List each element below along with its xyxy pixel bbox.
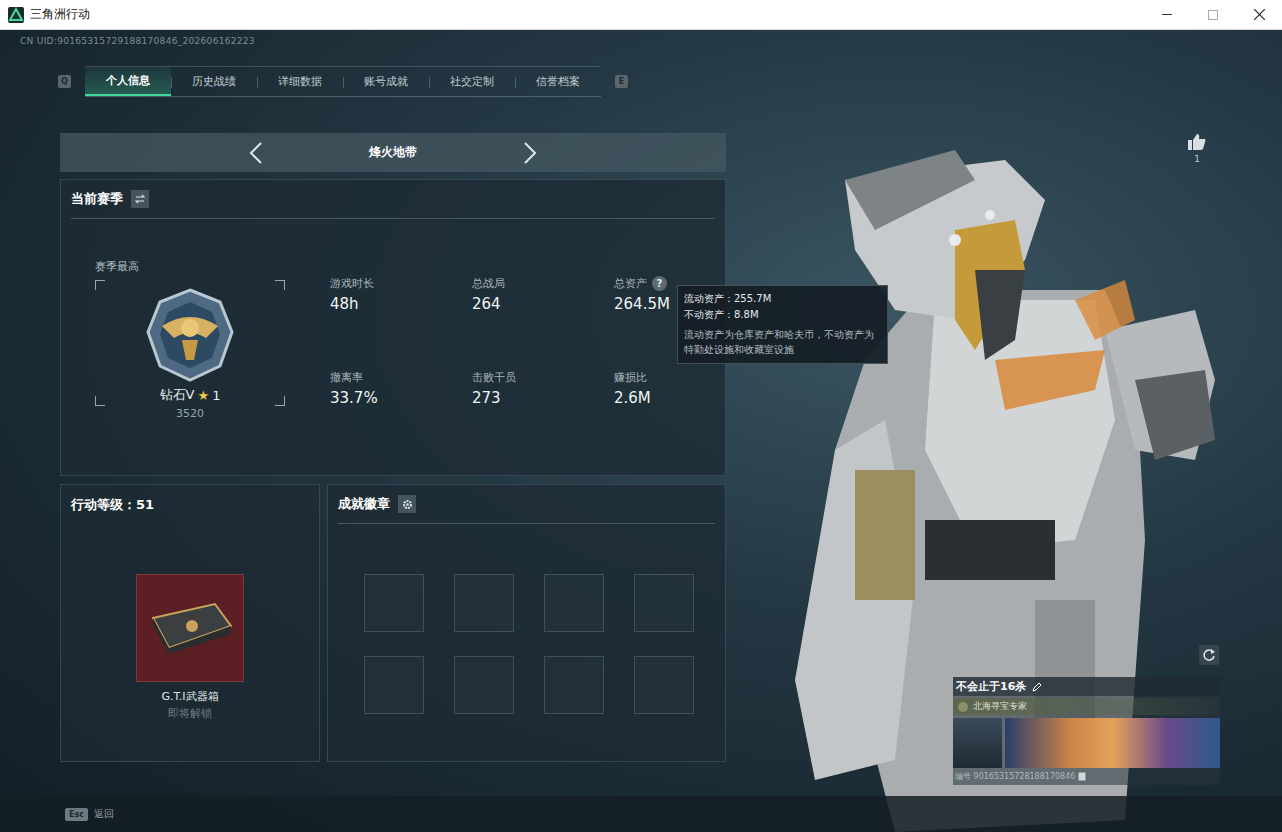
- stat-label: 游戏时长: [330, 276, 374, 291]
- banner-image: [1005, 718, 1220, 768]
- achievement-panel: 成就徽章: [327, 484, 726, 762]
- prev-tab-key[interactable]: Q: [58, 75, 71, 88]
- gear-icon[interactable]: [398, 495, 416, 513]
- title-badge-icon: [957, 701, 969, 713]
- game-screen: CN UID:90165315729188170846_202606162223…: [0, 30, 1282, 832]
- footer-bar: Esc 返回: [0, 796, 1282, 832]
- stat-item: 撤离率 33.7%: [330, 369, 472, 407]
- stat-label-row: 击败干员: [472, 369, 614, 385]
- edit-pencil-icon[interactable]: [1032, 682, 1042, 692]
- app-logo-icon: [8, 7, 24, 23]
- level-title: 行动等级：51: [71, 496, 154, 514]
- rank-emblem-box: 钻石V★1: [95, 280, 285, 406]
- badge-slot[interactable]: [364, 574, 424, 632]
- tab-row: Q 个人信息历史战绩详细数据账号成就社交定制信誉档案 E: [58, 65, 760, 97]
- tooltip-line: 不动资产：8.8M: [684, 307, 881, 323]
- badge-slot[interactable]: [454, 656, 514, 714]
- stat-item: 赚损比 2.6M: [614, 369, 756, 407]
- player-name: 不会止于16杀: [956, 679, 1026, 694]
- avatar-image: [953, 718, 1002, 768]
- stat-value: 48h: [330, 295, 472, 313]
- level-panel: 行动等级：51 G.T.I武器箱 即将解锁: [60, 484, 320, 762]
- tooltip-line: 流动资产：255.7M: [684, 291, 881, 307]
- stat-item: 游戏时长 48h: [330, 275, 472, 313]
- badge-slot[interactable]: [454, 574, 514, 632]
- badge-slots: [364, 574, 715, 714]
- player-id: 编号 90165315728188170846: [955, 771, 1075, 782]
- stat-value: 33.7%: [330, 389, 472, 407]
- tab-bar: 个人信息历史战绩详细数据账号成就社交定制信誉档案: [85, 66, 601, 97]
- rank-line: 钻石V★1: [160, 386, 221, 404]
- tab[interactable]: 信誉档案: [515, 67, 601, 96]
- badge-slot[interactable]: [544, 656, 604, 714]
- diamond-rank-emblem-icon: [144, 288, 236, 382]
- badge-slot[interactable]: [544, 574, 604, 632]
- rotate-icon[interactable]: [1199, 645, 1219, 665]
- badge-slot[interactable]: [364, 656, 424, 714]
- tab[interactable]: 历史战绩: [171, 67, 257, 96]
- stat-label: 撤离率: [330, 370, 363, 385]
- back-label[interactable]: 返回: [94, 807, 114, 821]
- achievement-title: 成就徽章: [338, 495, 390, 513]
- stat-label: 总资产: [614, 276, 647, 291]
- weapon-case-icon[interactable]: [136, 574, 244, 682]
- tab[interactable]: 个人信息: [85, 67, 171, 96]
- title-bar: 三角洲行动: [0, 0, 1282, 30]
- like-widget[interactable]: 1: [1183, 133, 1211, 164]
- stat-value: 264: [472, 295, 614, 313]
- tab[interactable]: 详细数据: [257, 67, 343, 96]
- season-best-label: 赛季最高: [95, 259, 285, 274]
- mode-selector: 烽火地带: [60, 133, 726, 172]
- tooltip-note: 流动资产为仓库资产和哈夫币，不动资产为特勤处设施和收藏室设施: [684, 327, 881, 357]
- badge-slot[interactable]: [634, 656, 694, 714]
- season-title: 当前赛季: [71, 190, 123, 208]
- player-card[interactable]: 不会止于16杀 北海寻宝专家 编号 90165315728188170846: [953, 677, 1220, 785]
- tab[interactable]: 账号成就: [343, 67, 429, 96]
- star-icon: ★: [197, 388, 209, 403]
- season-panel: 当前赛季 赛季最高: [60, 179, 726, 476]
- stat-label: 击败干员: [472, 370, 516, 385]
- like-count: 1: [1194, 154, 1200, 164]
- next-arrow-icon[interactable]: [523, 142, 537, 164]
- stat-label-row: 游戏时长: [330, 275, 472, 291]
- stat-label: 总战局: [472, 276, 505, 291]
- swap-icon[interactable]: [131, 190, 149, 208]
- close-icon[interactable]: [1236, 0, 1282, 30]
- reward-status: 即将解锁: [168, 706, 212, 721]
- stat-value: 273: [472, 389, 614, 407]
- rank-score: 3520: [95, 407, 285, 420]
- assets-tooltip: 流动资产：255.7M不动资产：8.8M 流动资产为仓库资产和哈夫币，不动资产为特…: [677, 285, 888, 364]
- stat-item: 击败干员 273: [472, 369, 614, 407]
- uid-label: CN UID:90165315729188170846_202606162223: [20, 36, 255, 46]
- minimize-icon[interactable]: [1144, 0, 1190, 30]
- rank-name: 钻石V: [160, 386, 195, 404]
- stat-label-row: 赚损比: [614, 369, 756, 385]
- prev-arrow-icon[interactable]: [249, 142, 263, 164]
- maximize-icon[interactable]: [1190, 0, 1236, 30]
- stat-label-row: 总战局: [472, 275, 614, 291]
- stat-label: 赚损比: [614, 370, 647, 385]
- window-title: 三角洲行动: [30, 6, 1144, 23]
- thumbs-up-icon[interactable]: [1187, 133, 1207, 151]
- tab[interactable]: 社交定制: [429, 67, 515, 96]
- stat-value: 2.6M: [614, 389, 756, 407]
- player-title: 北海寻宝专家: [973, 700, 1027, 713]
- copy-icon[interactable]: [1078, 772, 1086, 781]
- stat-label-row: 撤离率: [330, 369, 472, 385]
- star-count: 1: [212, 388, 220, 403]
- help-icon[interactable]: ?: [652, 276, 667, 291]
- badge-slot[interactable]: [634, 574, 694, 632]
- esc-key[interactable]: Esc: [65, 808, 88, 821]
- reward-name: G.T.I武器箱: [161, 689, 218, 704]
- mode-label: 烽火地带: [353, 144, 433, 161]
- stat-item: 总战局 264: [472, 275, 614, 313]
- next-tab-key[interactable]: E: [615, 75, 628, 88]
